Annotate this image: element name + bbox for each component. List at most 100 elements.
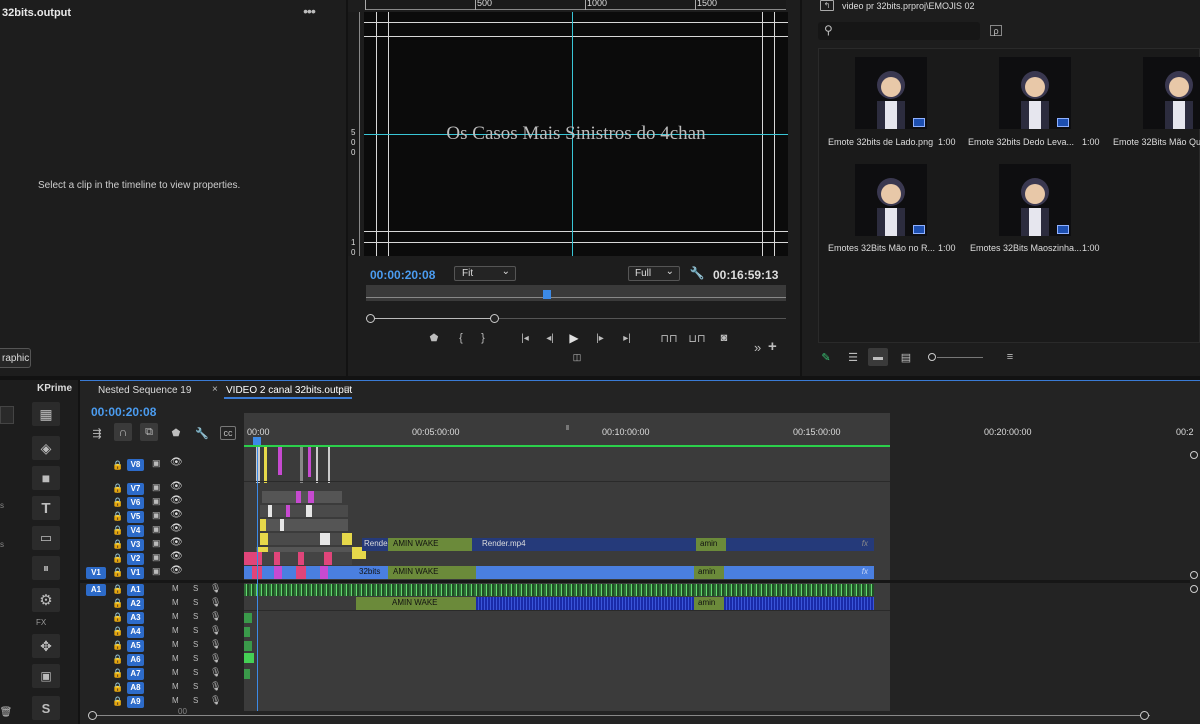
clip-v1-tail[interactable]: fx [724,566,874,579]
lock-icon[interactable]: 🔒 [112,612,123,623]
playhead-timecode[interactable]: 00:00:20:08 [370,268,435,282]
clip-v3-amin-wake[interactable]: AMIN WAKE [388,538,472,551]
scroll-handle-right[interactable] [1190,451,1198,459]
sort-icon[interactable]: ≡ [1004,351,1016,363]
mic-icon[interactable]: 🎙 [210,583,221,594]
eye-icon[interactable]: 👁 [170,457,183,468]
track-label[interactable]: A1 [127,584,144,596]
tools-search[interactable] [0,406,14,424]
new-search-bin-icon[interactable]: ρ [990,25,1002,36]
track-label[interactable]: V6 [127,497,144,509]
mute-button[interactable]: M [172,682,179,691]
lock-icon[interactable]: 🔒 [112,567,123,578]
sync-icon[interactable]: ▣ [152,510,161,521]
bin-item[interactable] [999,57,1071,129]
clip-audio-small[interactable] [244,641,252,651]
go-to-in-icon[interactable]: |◂ [518,331,532,345]
folder-icon[interactable]: ▭ [32,526,60,550]
clip-a2-amin-wake[interactable]: AMIN WAKE [356,597,476,610]
nest-icon[interactable]: ⇶ [90,426,104,440]
sync-icon[interactable]: ▣ [152,552,161,563]
mic-icon[interactable]: 🎙 [210,681,221,692]
scroll-handle-end[interactable] [1140,711,1149,720]
clip-a1-audio[interactable] [244,584,874,596]
lock-icon[interactable]: 🔒 [112,483,123,494]
sync-icon[interactable]: ▣ [152,458,161,469]
bin-item[interactable] [1143,57,1200,129]
pause-icon[interactable]: ⏸ [32,556,60,580]
folder-up-icon[interactable]: ↰ [820,0,834,11]
clip-v1-32bits[interactable]: 32bits [356,566,388,579]
lift-icon[interactable]: ⊓⊓ [660,331,678,345]
solo-button[interactable]: S [193,696,198,705]
solo-button[interactable]: S [193,584,198,593]
add-marker-icon[interactable]: ⬟ [170,426,182,440]
track-label[interactable]: A2 [127,598,144,610]
va-divider[interactable] [80,580,1190,583]
tab-sequence-active[interactable]: VIDEO 2 canal 32bits.output ≡ [224,381,352,399]
track-label[interactable]: V5 [127,511,144,523]
search-input[interactable]: ⚲ [818,22,980,40]
linked-selection-icon[interactable]: ⧉ [140,423,158,441]
eye-icon[interactable]: 👁 [170,565,183,576]
track-label[interactable]: V2 [127,553,144,565]
clip-v1-intro[interactable] [244,566,356,579]
clip-v2-cluster[interactable] [244,552,352,565]
solo-button[interactable]: S [193,668,198,677]
scroll-handle-right[interactable] [1190,571,1198,579]
layers-icon[interactable]: ◈ [32,436,60,460]
freeform-view-icon[interactable]: ▤ [898,351,914,364]
clip-a2-tail[interactable] [724,597,874,610]
source-patch-v1[interactable]: V1 [86,567,106,579]
mute-button[interactable]: M [172,584,179,593]
solo-button[interactable]: S [193,654,198,663]
clip-v1-amin-wake[interactable]: AMIN WAKE [388,566,476,579]
quality-dropdown[interactable]: Full ⌄ [628,266,680,281]
lock-icon[interactable]: 🔒 [112,460,123,471]
solo-button[interactable]: S [193,612,198,621]
add-marker-icon[interactable]: ⬟ [428,331,440,345]
scrub-bar[interactable] [366,285,786,301]
clip-v1-main[interactable] [476,566,694,579]
timeline-timecode[interactable]: 00:00:20:08 [91,405,156,419]
sync-icon[interactable]: ▣ [152,496,161,507]
step-back-icon[interactable]: ◂| [544,331,556,345]
mic-icon[interactable]: 🎙 [210,695,221,706]
pencil-icon[interactable]: ✎ [820,351,832,364]
extract-icon[interactable]: ⊔⊓ [688,331,706,345]
clip-v3-amin[interactable]: amin [696,538,726,551]
solo-button[interactable]: S [193,598,198,607]
zoom-handle-right[interactable] [490,314,499,323]
more-controls-button[interactable]: » [754,340,761,355]
s-icon[interactable]: S [32,696,60,720]
sync-icon[interactable]: ▣ [152,524,161,535]
mute-button[interactable]: M [172,696,179,705]
move-icon[interactable]: ✥ [32,634,60,658]
zoom-slider-icon[interactable] [928,353,984,361]
lock-icon[interactable]: 🔒 [112,525,123,536]
track-label[interactable]: V3 [127,539,144,551]
solo-button[interactable]: S [193,626,198,635]
clip-audio-small[interactable] [244,653,254,663]
tab-essential-graphics[interactable]: raphic [0,348,31,368]
track-label[interactable]: A3 [127,612,144,624]
track-label[interactable]: A7 [127,668,144,680]
solo-button[interactable]: S [193,682,198,691]
mute-button[interactable]: M [172,654,179,663]
button-editor-add[interactable]: + [768,338,777,355]
sync-icon[interactable]: ▣ [152,482,161,493]
box-icon[interactable]: ▣ [32,664,60,688]
gear-icon[interactable]: ⚙ [32,588,60,612]
mute-button[interactable]: M [172,640,179,649]
eye-icon[interactable]: 👁 [170,523,183,534]
mic-icon[interactable]: 🎙 [210,653,221,664]
wrench-icon[interactable]: 🔧 [195,426,209,440]
playhead-line[interactable] [257,447,258,711]
clip-v3-render-mp4[interactable]: Render.mp4 [472,538,696,551]
lock-icon[interactable]: 🔒 [112,584,123,595]
wrench-icon[interactable]: 🔧 [690,266,705,280]
mark-out-icon[interactable]: } [478,331,488,345]
lock-icon[interactable]: 🔒 [112,626,123,637]
trash-icon[interactable]: 🗑 [0,705,12,719]
solo-button[interactable]: S [193,640,198,649]
